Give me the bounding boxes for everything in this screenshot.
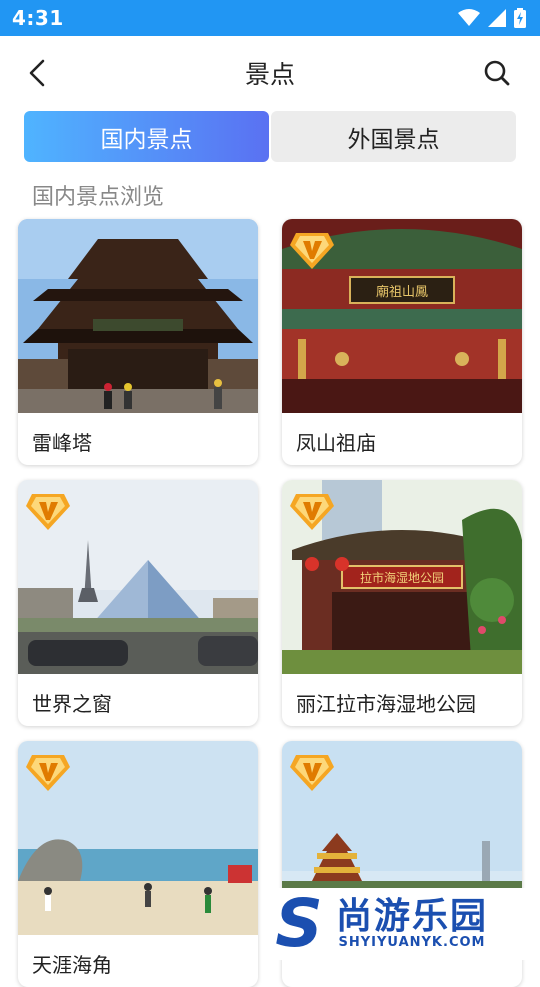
spot-card-tianya-haijiao[interactable]: 天涯海角 — [18, 741, 258, 987]
watermark-en-text: SHYIYUANYK.COM — [338, 935, 486, 951]
spot-name: 天涯海角 — [32, 953, 112, 977]
spot-card-leifeng-pagoda[interactable]: 雷峰塔 — [18, 219, 258, 465]
vip-badge-icon — [26, 494, 70, 530]
signal-icon — [488, 9, 506, 27]
site-watermark: S 尚游乐园 SHYIYUANYK.COM — [262, 888, 540, 960]
status-time: 4:31 — [12, 6, 64, 30]
battery-icon — [514, 8, 526, 28]
spot-name: 凤山祖庙 — [296, 431, 376, 455]
spot-name: 丽江拉市海湿地公园 — [296, 692, 476, 716]
search-button[interactable] — [482, 58, 512, 88]
vip-badge-icon — [290, 494, 334, 530]
temple-sign: 廟祖山鳳 — [376, 284, 428, 300]
spot-name: 世界之窗 — [32, 692, 112, 716]
spot-photo — [18, 219, 258, 413]
app-header: 景点 — [0, 36, 540, 110]
back-button[interactable] — [22, 58, 52, 88]
vip-badge-icon — [26, 755, 70, 791]
search-icon — [484, 60, 510, 86]
section-title: 国内景点浏览 — [32, 185, 165, 210]
tab-domestic[interactable]: 国内景点 — [24, 111, 269, 162]
spot-card-lashihai-park[interactable]: 拉市海湿地公园 丽江拉市海湿地公园 — [282, 480, 522, 726]
wifi-icon — [458, 9, 480, 26]
watermark-cn-text: 尚游乐园 — [336, 895, 489, 937]
watermark-logo: S — [275, 885, 323, 962]
chevron-left-icon — [29, 59, 45, 87]
tab-foreign[interactable]: 外国景点 — [271, 111, 516, 162]
category-tabs: 国内景点 外国景点 — [24, 111, 516, 162]
vip-badge-icon — [290, 755, 334, 791]
spot-card-fengshan-temple[interactable]: 廟祖山鳳 凤山祖庙 — [282, 219, 522, 465]
page-title: 景点 — [244, 60, 295, 89]
park-sign: 拉市海湿地公园 — [360, 570, 444, 585]
vip-badge-icon — [290, 233, 334, 269]
status-bar: 4:31 — [0, 0, 540, 36]
system-icons — [458, 8, 526, 28]
spot-name: 雷峰塔 — [32, 431, 92, 455]
spot-card-window-of-world[interactable]: 世界之窗 — [18, 480, 258, 726]
